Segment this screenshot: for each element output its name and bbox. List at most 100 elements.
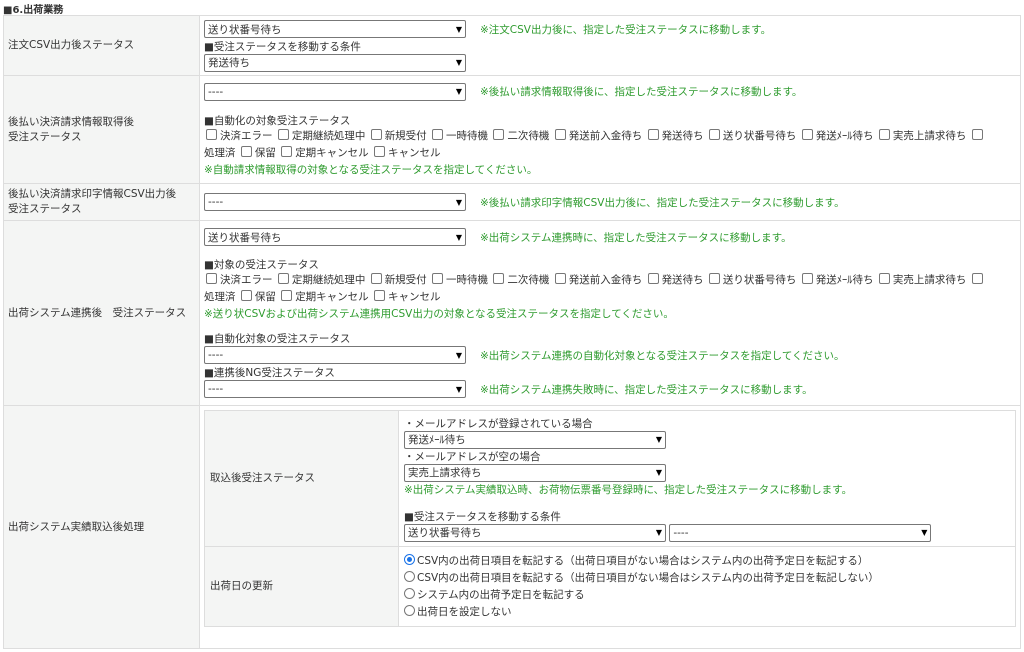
status-checkbox-item[interactable]: キャンセル	[372, 146, 441, 159]
checkbox-label: 実売上請求待ち	[892, 273, 967, 286]
status-checkbox-item[interactable]: 新規受付	[369, 129, 430, 142]
checkbox[interactable]	[708, 129, 720, 140]
checkbox[interactable]	[206, 272, 217, 284]
shipping-link-status-select[interactable]: 送り状番号待ち ▼	[204, 228, 466, 246]
status-checkbox-item[interactable]: 発送待ち	[646, 272, 707, 286]
checkbox[interactable]	[277, 272, 289, 284]
status-checkbox-item[interactable]: 定期キャンセル	[279, 146, 372, 159]
radio-button[interactable]	[404, 570, 415, 582]
checkbox[interactable]	[647, 129, 659, 140]
checkbox[interactable]	[374, 146, 386, 157]
checkbox[interactable]	[647, 272, 659, 284]
status-checkbox-item[interactable]: 決済エラー	[204, 129, 276, 142]
checkbox[interactable]	[374, 289, 386, 301]
row-shipping-results-import: 出荷システム実績取込後処理 取込後受注ステータス ・メールアドレスが登録されてい…	[3, 405, 1021, 649]
status-checkbox-item[interactable]: 発送待ち	[646, 129, 707, 142]
radio-button[interactable]	[404, 604, 415, 616]
checkbox[interactable]	[971, 272, 983, 284]
checkbox[interactable]	[554, 129, 566, 140]
checkbox[interactable]	[878, 129, 890, 140]
import-settings-table: 取込後受注ステータス ・メールアドレスが登録されている場合 発送ﾒｰﾙ待ち ▼ ・…	[204, 410, 1016, 627]
ship-date-option[interactable]: 出荷日を設定しない	[404, 604, 1010, 621]
checkbox[interactable]	[554, 272, 566, 284]
status-checkbox-item[interactable]: 決済エラー	[204, 272, 276, 286]
status-checkbox-item[interactable]: 発送ﾒｰﾙ待ち	[800, 129, 877, 142]
status-checkbox-item[interactable]: 送り状番号待ち	[707, 129, 800, 142]
status-checkbox-item[interactable]: 保留	[239, 146, 279, 159]
status-checkbox-item[interactable]: 定期継続処理中	[276, 129, 369, 142]
checkbox[interactable]	[370, 272, 382, 284]
row-label: 出荷システム連携後 受注ステータス	[3, 220, 200, 406]
radio-button[interactable]	[404, 587, 415, 599]
radio-button[interactable]	[404, 553, 415, 565]
mail-registered-status-select[interactable]: 発送ﾒｰﾙ待ち ▼	[404, 430, 666, 449]
status-checkbox-item[interactable]: 実売上請求待ち	[877, 272, 970, 286]
status-checkbox-item[interactable]: 送り状番号待ち	[707, 272, 800, 286]
checkbox-label: 発送ﾒｰﾙ待ち	[815, 130, 874, 142]
row-label: 受注ステータス	[8, 203, 82, 215]
checkbox-label: 新規受付	[384, 130, 427, 142]
shipping-auto-status-select[interactable]: ---- ▼	[204, 346, 466, 364]
checkbox-label: 一時待機	[446, 273, 489, 286]
order-csv-condition-select[interactable]: 発送待ち ▼	[204, 53, 466, 72]
checkbox[interactable]	[240, 289, 252, 301]
checkbox[interactable]	[801, 129, 813, 140]
deferred-print-status-select[interactable]: ---- ▼	[204, 193, 466, 211]
chevron-down-icon: ▼	[455, 197, 462, 207]
checkbox[interactable]	[281, 289, 293, 301]
status-checkbox-item[interactable]: 定期キャンセル	[279, 289, 372, 303]
field-label: ■受注ステータスを移動する条件	[204, 40, 361, 53]
ship-date-option[interactable]: CSV内の出荷日項目を転記する（出荷日項目がない場合はシステム内の出荷予定日を転…	[404, 553, 1010, 570]
ship-date-option[interactable]: CSV内の出荷日項目を転記する（出荷日項目がない場合はシステム内の出荷予定日を転…	[404, 570, 1010, 587]
chevron-down-icon: ▼	[655, 468, 662, 477]
checkbox[interactable]	[277, 129, 289, 140]
import-condition-select-1[interactable]: 送り状番号待ち ▼	[404, 523, 666, 542]
checkbox[interactable]	[971, 129, 983, 140]
checkbox[interactable]	[432, 129, 444, 140]
checkbox[interactable]	[206, 129, 217, 140]
checkbox-label: 新規受付	[384, 273, 427, 286]
order-csv-status-select[interactable]: 送り状番号待ち ▼	[204, 20, 466, 38]
mail-empty-status-select[interactable]: 実売上請求待ち ▼	[404, 463, 666, 482]
checkbox[interactable]	[432, 272, 444, 284]
checkbox[interactable]	[240, 146, 252, 157]
shipping-settings-table: 注文CSV出力後ステータス 送り状番号待ち ▼ ※注文CSV出力後に、指定した受注ス…	[3, 15, 1021, 649]
import-condition-select-2[interactable]: ---- ▼	[669, 523, 932, 542]
note: ※出荷システム実績取込時、お荷物伝票番号登録時に、指定した受注ステータスに移動し…	[404, 483, 853, 496]
status-checkbox-item[interactable]: キャンセル	[372, 289, 441, 303]
chevron-down-icon: ▼	[921, 528, 928, 537]
field-label: ■自動化の対象受注ステータス	[204, 115, 351, 127]
row-label: 出荷日の更新	[204, 546, 399, 627]
deferred-info-status-select[interactable]: ---- ▼	[204, 82, 466, 101]
shipping-ng-status-select[interactable]: ---- ▼	[204, 380, 466, 398]
checkbox[interactable]	[801, 272, 813, 284]
checkbox-label: 発送待ち	[661, 130, 704, 142]
status-checkbox-item[interactable]: 処理済	[204, 291, 239, 303]
status-checkbox-item[interactable]: 発送前入金待ち	[553, 129, 646, 142]
status-checkbox-item[interactable]: 発送前入金待ち	[553, 272, 646, 286]
status-checkbox-item[interactable]: 保留	[239, 289, 279, 303]
checkbox[interactable]	[878, 272, 890, 284]
checkbox[interactable]	[281, 146, 293, 157]
checkbox[interactable]	[708, 272, 720, 284]
status-checkbox-item[interactable]: 発送ﾒｰﾙ待ち	[800, 272, 877, 286]
ship-date-option[interactable]: システム内の出荷予定日を転記する	[404, 587, 1010, 604]
row-label: 出荷システム実績取込後処理	[3, 405, 200, 649]
status-checkbox-item[interactable]: 一時待機	[430, 272, 491, 286]
checkbox[interactable]	[493, 272, 505, 284]
field-label: ■受注ステータスを移動する条件	[404, 510, 561, 523]
note: ※出荷システム連携失敗時に、指定した受注ステータスに移動します。	[480, 383, 813, 396]
status-checkbox-item[interactable]: 定期継続処理中	[276, 272, 369, 286]
status-checkbox-item[interactable]: 実売上請求待ち	[877, 129, 970, 142]
checkbox[interactable]	[493, 129, 505, 140]
select-value: 送り状番号待ち	[408, 527, 482, 539]
checkbox-label: 送り状番号待ち	[722, 273, 797, 286]
status-checkbox-item[interactable]: 二次待機	[491, 272, 552, 286]
field-label: ■連携後NG受注ステータス	[204, 366, 335, 379]
note: ※自動請求情報取得の対象となる受注ステータスを指定してください。	[204, 164, 538, 176]
status-checkbox-item[interactable]: 二次待機	[491, 129, 552, 142]
status-checkbox-item[interactable]: 処理済	[204, 147, 239, 159]
status-checkbox-item[interactable]: 一時待機	[430, 129, 491, 142]
checkbox[interactable]	[370, 129, 382, 140]
status-checkbox-item[interactable]: 新規受付	[369, 272, 430, 286]
